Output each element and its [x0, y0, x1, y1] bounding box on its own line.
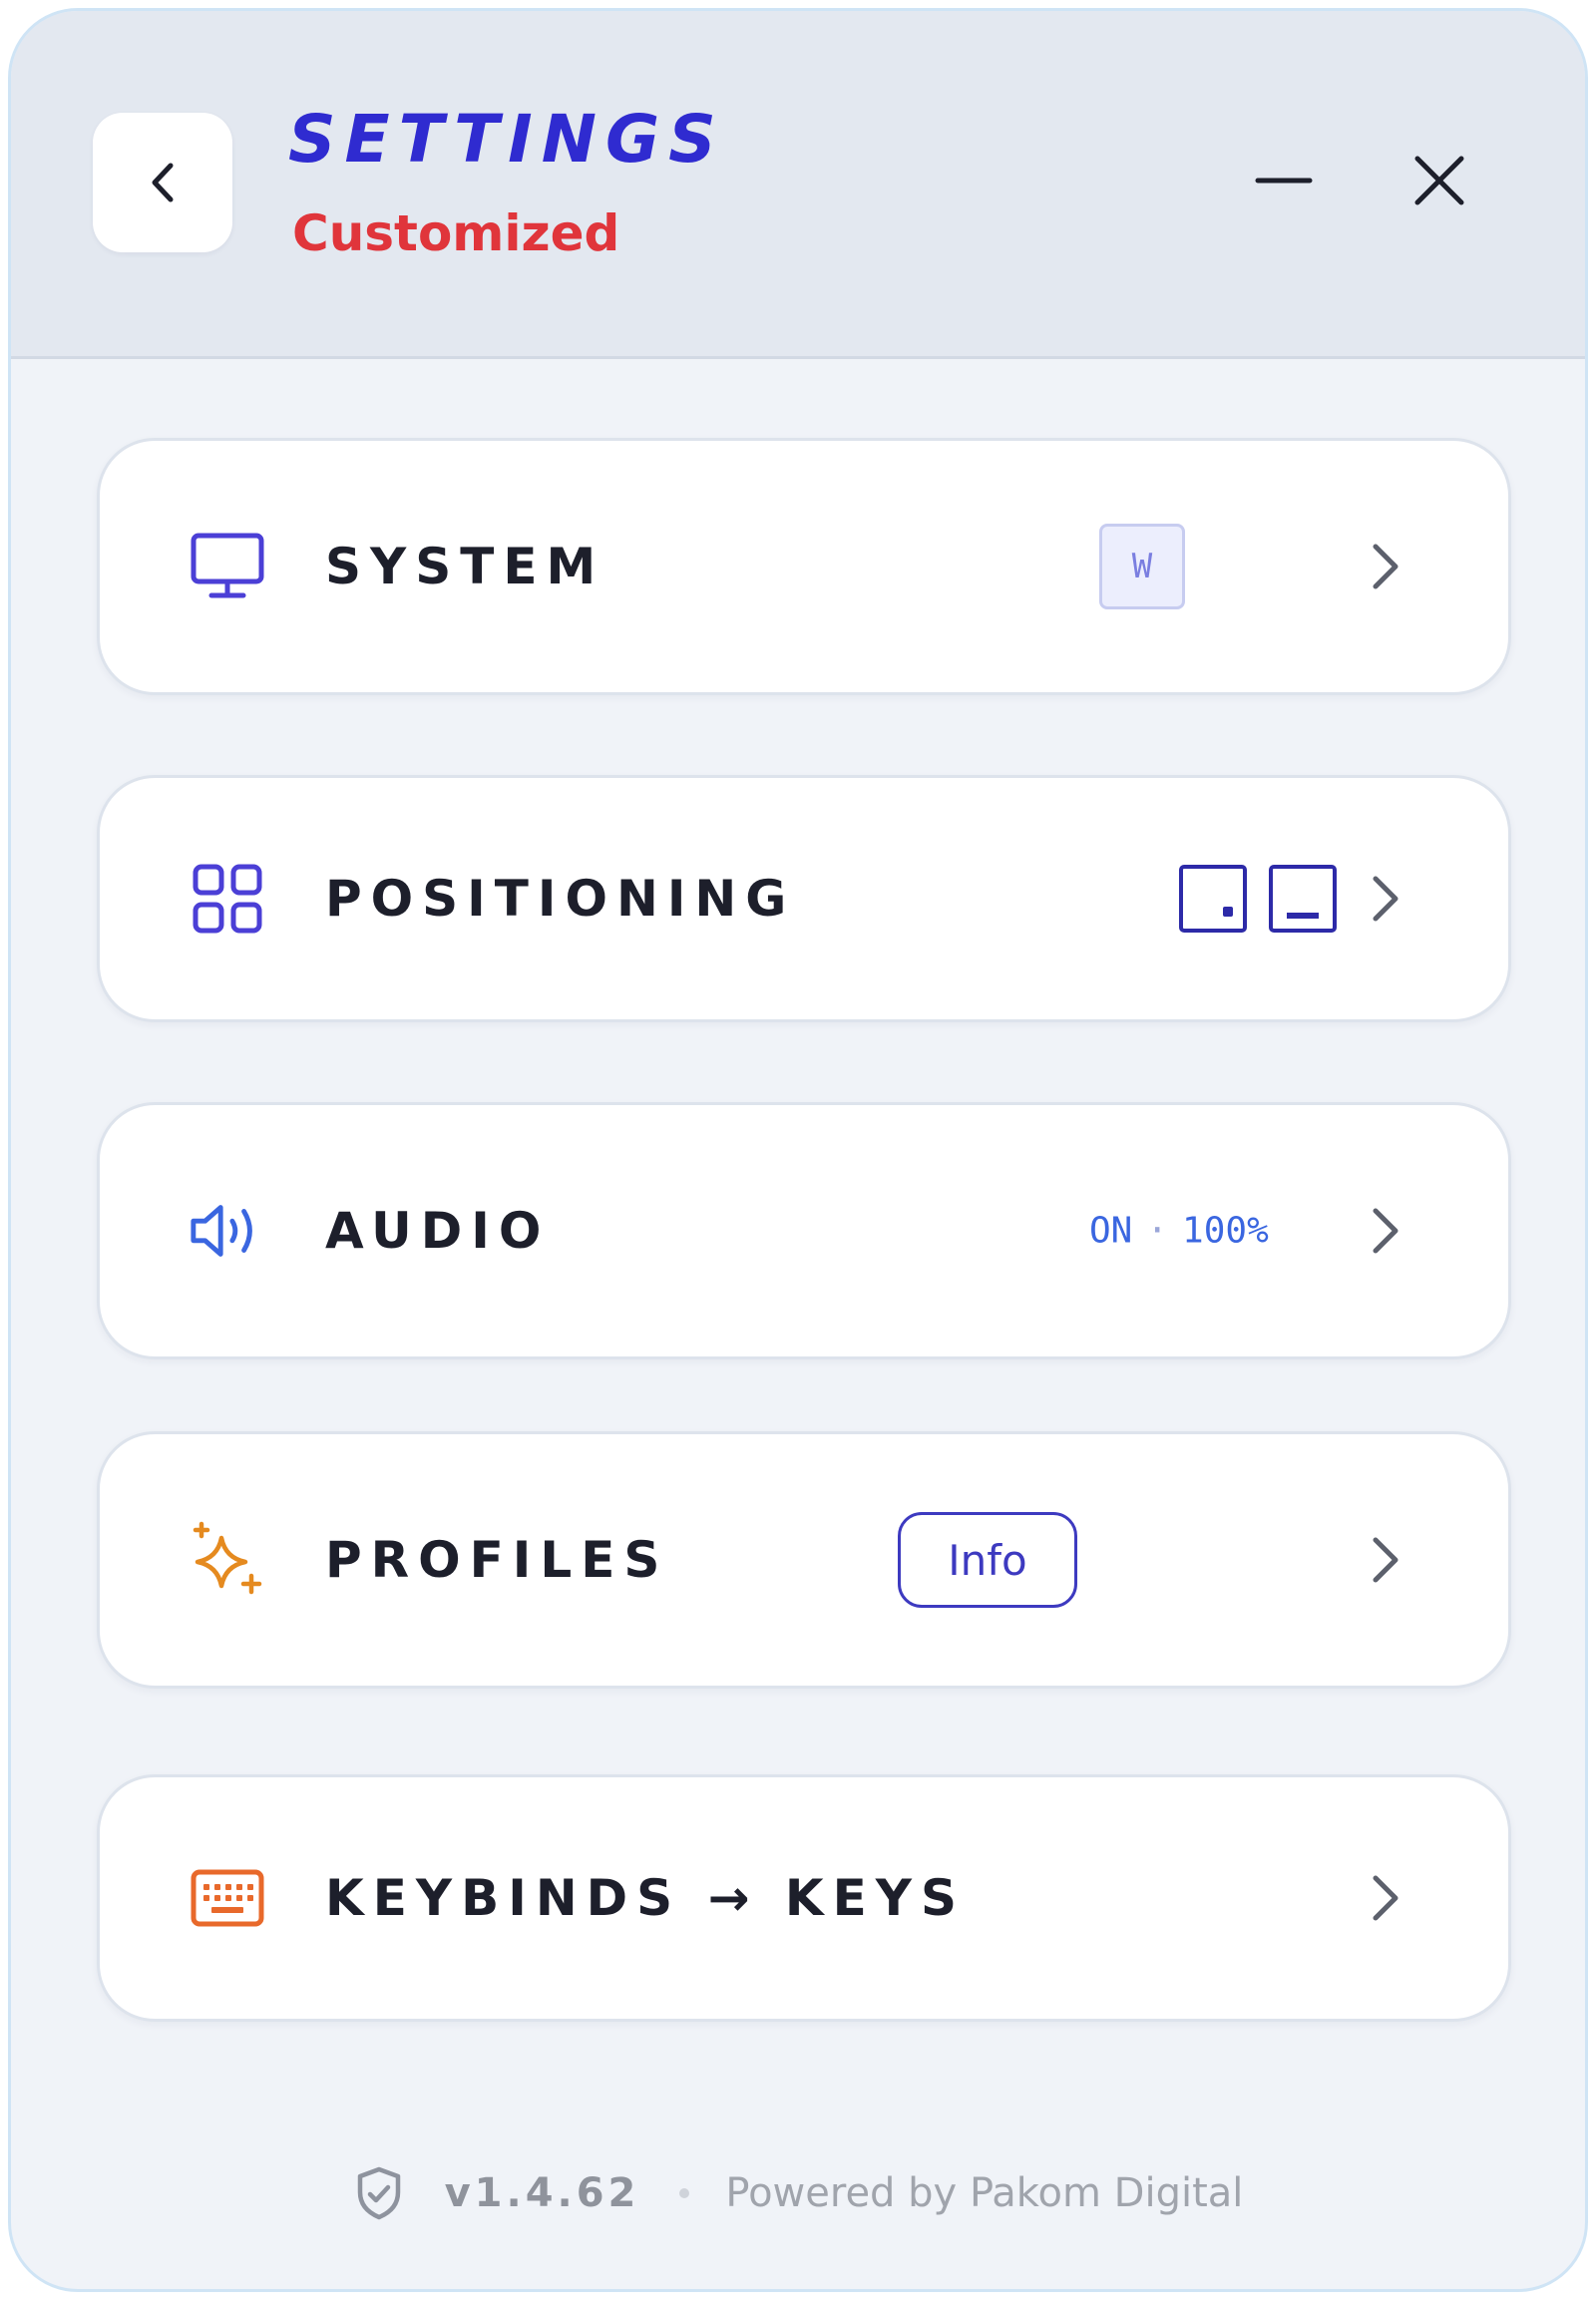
keyboard-icon — [188, 1858, 267, 1938]
footer-separator — [679, 2188, 690, 2198]
chevron-right-icon — [1361, 869, 1410, 929]
chevron-right-icon — [1361, 1530, 1410, 1590]
position-bar-icon[interactable] — [1269, 865, 1337, 933]
menu-item-profiles[interactable]: PROFILES Info — [97, 1431, 1511, 1689]
menu-item-label: AUDIO — [325, 1202, 551, 1260]
sparkles-icon — [188, 1520, 267, 1600]
close-icon — [1414, 156, 1464, 205]
menu-item-audio[interactable]: AUDIO ON · 100% — [97, 1102, 1511, 1359]
chevron-right-icon — [1361, 537, 1410, 596]
grid-icon — [188, 859, 267, 939]
powered-by-label: Powered by Pakom Digital — [725, 2170, 1244, 2216]
audio-volume: 100% — [1182, 1210, 1269, 1252]
back-button[interactable] — [93, 113, 232, 252]
minimize-button[interactable] — [1246, 143, 1322, 218]
menu-item-system[interactable]: SYSTEM W — [97, 438, 1511, 695]
menu-item-label: POSITIONING — [325, 870, 796, 928]
menu-item-label: PROFILES — [325, 1531, 669, 1589]
position-dot-icon[interactable] — [1179, 865, 1247, 933]
menu-item-label: SYSTEM — [325, 538, 605, 595]
chevron-right-icon — [1361, 1201, 1410, 1261]
page-subtitle: Customized — [292, 204, 620, 262]
chevron-right-icon — [1361, 1868, 1410, 1928]
page-title: SETTINGS — [288, 101, 725, 178]
header: SETTINGS Customized — [11, 11, 1585, 359]
monitor-icon — [188, 527, 267, 606]
version-label: v1.4.62 — [444, 2170, 640, 2216]
system-badge: W — [1099, 524, 1185, 609]
menu-item-positioning[interactable]: POSITIONING — [97, 775, 1511, 1022]
audio-state: ON — [1089, 1210, 1133, 1252]
minimize-icon — [1255, 178, 1313, 184]
chevron-left-icon — [152, 163, 174, 202]
audio-separator: · — [1146, 1210, 1169, 1252]
menu-item-label: KEYBINDS → KEYS — [325, 1869, 967, 1927]
speaker-icon — [188, 1191, 267, 1271]
audio-status: ON · 100% — [1089, 1211, 1269, 1252]
position-dot — [1223, 907, 1233, 917]
menu-item-keybinds[interactable]: KEYBINDS → KEYS — [97, 1774, 1511, 2022]
footer: v1.4.62 Powered by Pakom Digital — [11, 2153, 1585, 2233]
info-button[interactable]: Info — [898, 1512, 1077, 1608]
position-bar — [1287, 913, 1319, 919]
close-button[interactable] — [1401, 143, 1477, 218]
shield-check-icon — [353, 2165, 405, 2221]
settings-window: SETTINGS Customized SYSTEM W POSITIONING… — [8, 8, 1588, 2292]
